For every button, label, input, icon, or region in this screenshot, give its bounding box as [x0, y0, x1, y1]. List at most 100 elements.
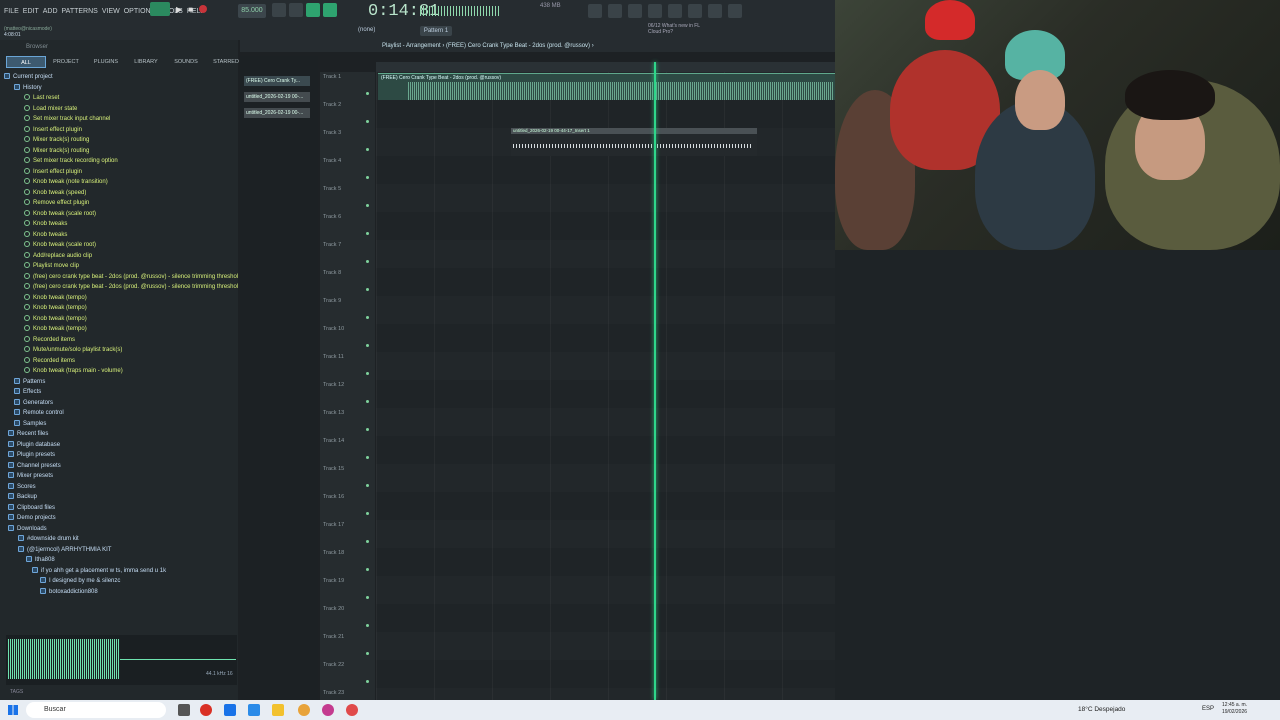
play-icon[interactable]: ▶ [176, 5, 182, 14]
history-item[interactable]: Remove effect plugin [0, 198, 238, 209]
clip-list-item[interactable]: untitled_2026-02-19 00-... [244, 108, 310, 118]
browser-icon[interactable] [668, 4, 682, 18]
folder-item[interactable]: Channel presets [0, 461, 238, 472]
track-label[interactable]: Track 22 [323, 662, 344, 668]
history-item[interactable]: Knob tweak (tempo) [0, 324, 238, 335]
tab-plugins[interactable]: PLUGINS [86, 56, 126, 68]
folder-item[interactable]: Recent files [0, 429, 238, 440]
track-led-icon[interactable] [366, 680, 369, 683]
weather[interactable]: 18°C Despejado [1078, 706, 1125, 713]
track-led-icon[interactable] [366, 372, 369, 375]
track-led-icon[interactable] [366, 316, 369, 319]
piano-roll-icon[interactable] [608, 4, 622, 18]
countdown-icon[interactable] [306, 3, 320, 17]
song-pattern-toggle[interactable] [150, 2, 170, 16]
track-label[interactable]: Track 3 [323, 130, 341, 136]
folder-item[interactable]: botoxaddiction808 [0, 587, 238, 598]
track-led-icon[interactable] [366, 232, 369, 235]
track-label[interactable]: Track 2 [323, 102, 341, 108]
track-led-icon[interactable] [366, 260, 369, 263]
history-item[interactable]: Knob tweak (note transition) [0, 177, 238, 188]
wait-icon[interactable] [289, 3, 303, 17]
store-icon[interactable] [224, 704, 236, 716]
menu-patterns[interactable]: PATTERNS [62, 8, 98, 15]
track-label[interactable]: Track 23 [323, 690, 344, 696]
edge-icon[interactable] [248, 704, 260, 716]
history-item[interactable]: Knob tweak (tempo) [0, 293, 238, 304]
folder-item[interactable]: Plugin presets [0, 450, 238, 461]
track-led-icon[interactable] [366, 456, 369, 459]
track-led-icon[interactable] [366, 428, 369, 431]
settings-icon[interactable] [708, 4, 722, 18]
folder-item[interactable]: Downloads [0, 524, 238, 535]
folder-item[interactable]: Demo projects [0, 513, 238, 524]
track-led-icon[interactable] [366, 596, 369, 599]
channel-rack-icon[interactable] [628, 4, 642, 18]
tab-all[interactable]: ALL [6, 56, 46, 68]
folder-item[interactable]: Clipboard files [0, 503, 238, 514]
track-label[interactable]: Track 8 [323, 270, 341, 276]
history-item[interactable]: Load mixer state [0, 104, 238, 115]
tab-library[interactable]: LIBRARY [126, 56, 166, 68]
folder-item[interactable]: if yo ahh get a placement w ts, imma sen… [0, 566, 238, 577]
app-icon[interactable] [200, 704, 212, 716]
history-item[interactable]: Knob tweak (tempo) [0, 314, 238, 325]
folder-item[interactable]: Mixer presets [0, 471, 238, 482]
track-led-icon[interactable] [366, 652, 369, 655]
track-label[interactable]: Track 1 [323, 74, 341, 80]
track-label[interactable]: Track 15 [323, 466, 344, 472]
menu-edit[interactable]: EDIT [23, 8, 39, 15]
history-item[interactable]: Set mixer track recording option [0, 156, 238, 167]
track-led-icon[interactable] [366, 204, 369, 207]
record-button[interactable] [199, 5, 207, 13]
windows-icon[interactable] [8, 705, 18, 715]
track-label[interactable]: Track 19 [323, 578, 344, 584]
mixer-icon[interactable] [648, 4, 662, 18]
track-label[interactable]: Track 11 [323, 354, 344, 360]
folder-item[interactable]: Scores [0, 482, 238, 493]
playlist-window-icon[interactable] [588, 4, 602, 18]
obs-icon[interactable] [346, 704, 358, 716]
history-item[interactable]: Last reset [0, 93, 238, 104]
history-item[interactable]: Recorded items [0, 335, 238, 346]
track-label[interactable]: Track 14 [323, 438, 344, 444]
track-led-icon[interactable] [366, 148, 369, 151]
track-led-icon[interactable] [366, 400, 369, 403]
track-label[interactable]: Track 13 [323, 410, 344, 416]
arrangement-grid[interactable] [376, 72, 835, 700]
menu-view[interactable]: VIEW [102, 8, 120, 15]
chrome-icon[interactable] [322, 704, 334, 716]
snap-selector[interactable]: (none) [358, 27, 375, 33]
taskbar-search[interactable]: Buscar [26, 702, 166, 718]
history-item[interactable]: Add/replace audio clip [0, 251, 238, 262]
clip-list-item[interactable]: (FREE) Cero Crank Ty... [244, 76, 310, 86]
history-item[interactable]: Knob tweak (scale root) [0, 240, 238, 251]
track-led-icon[interactable] [366, 344, 369, 347]
history-item[interactable]: Knob tweak (tempo) [0, 303, 238, 314]
history-item[interactable]: Insert effect plugin [0, 125, 238, 136]
menu-add[interactable]: ADD [43, 8, 58, 15]
folder-item[interactable]: I designed by me & silenzc [0, 576, 238, 587]
track-label[interactable]: Track 7 [323, 242, 341, 248]
track-led-icon[interactable] [366, 120, 369, 123]
folder-item[interactable]: Effects [0, 387, 238, 398]
history-item[interactable]: Insert effect plugin [0, 167, 238, 178]
track-led-icon[interactable] [366, 512, 369, 515]
track-led-icon[interactable] [366, 568, 369, 571]
history-item[interactable]: Recorded items [0, 356, 238, 367]
metronome-icon[interactable] [272, 3, 286, 17]
audio-clip-beat[interactable]: (FREE) Cero Crank Type Beat - 2dos (prod… [378, 73, 835, 100]
menu-file[interactable]: FILE [4, 8, 19, 15]
folder-item[interactable]: Backup [0, 492, 238, 503]
folder-item[interactable]: Plugin database [0, 440, 238, 451]
folder-item[interactable]: Remote control [0, 408, 238, 419]
plugin-picker-icon[interactable] [688, 4, 702, 18]
audio-clip-recording[interactable]: untitled_2026-02-19 00-44-17_Insert 1 [511, 128, 757, 156]
history-item[interactable]: Set mixer track input channel [0, 114, 238, 125]
track-label[interactable]: Track 21 [323, 634, 344, 640]
history-item[interactable]: Mute/unmute/solo playlist track(s) [0, 345, 238, 356]
tags-label[interactable]: TAGS [10, 689, 23, 695]
playhead[interactable] [653, 62, 656, 700]
folder-item[interactable]: (@1jermcol) ARRHYTHMIA KIT [0, 545, 238, 556]
history-item[interactable]: Knob tweak (traps main - volume) [0, 366, 238, 377]
